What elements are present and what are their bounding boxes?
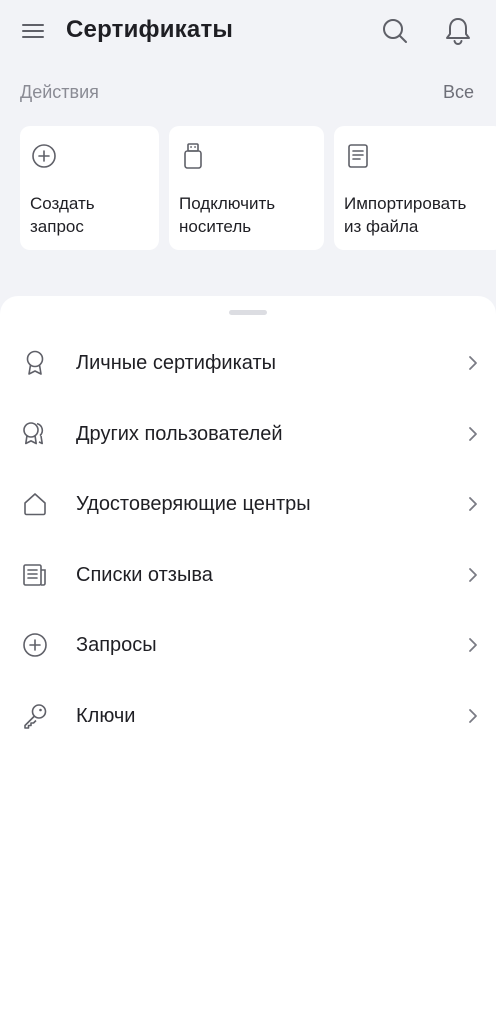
card-label: Импортировать из файла [344, 194, 467, 236]
menu-item-other-users[interactable]: Других пользователей [0, 399, 496, 470]
menu-item-label: Запросы [76, 634, 157, 657]
create-request-card[interactable]: Создать запрос [20, 126, 159, 250]
menu-button[interactable] [18, 17, 48, 45]
chevron-right-icon [466, 706, 480, 726]
app-header: Сертификаты [0, 0, 496, 62]
import-file-card[interactable]: Импортировать из файла [334, 126, 496, 250]
usb-token-icon [179, 142, 207, 170]
document-icon [344, 142, 372, 170]
search-icon [381, 17, 409, 45]
menu-item-label: Удостоверяющие центры [76, 493, 311, 516]
actions-label: Действия [20, 82, 99, 102]
certificates-screen: Сертификаты Действия Все Создать запрос … [0, 0, 496, 1024]
menu-item-revocation-lists[interactable]: Списки отзыва [0, 540, 496, 611]
awards-multiple-icon [20, 419, 50, 449]
sheet-drag-handle[interactable] [229, 310, 267, 315]
menu-icon [21, 22, 45, 40]
chevron-right-icon [466, 635, 480, 655]
bell-icon [444, 16, 472, 46]
plus-circle-icon [20, 630, 50, 660]
chevron-right-icon [466, 565, 480, 585]
plus-circle-icon [30, 142, 58, 170]
actions-all-link[interactable]: Все [443, 80, 474, 104]
menu-item-label: Ключи [76, 704, 136, 727]
menu-item-label: Списки отзыва [76, 563, 213, 586]
search-button[interactable] [380, 16, 410, 46]
menu-item-certificate-authorities[interactable]: Удостоверяющие центры [0, 469, 496, 540]
menu-item-keys[interactable]: Ключи [0, 681, 496, 752]
award-icon [20, 348, 50, 378]
chevron-right-icon [466, 424, 480, 444]
page-title: Сертификаты [66, 16, 234, 43]
house-icon [20, 489, 50, 519]
categories-sheet: Личные сертификаты Других пользователей … [0, 296, 496, 1024]
card-label: Подключить носитель [179, 194, 276, 236]
actions-carousel[interactable]: Создать запрос Подключить носитель Импор… [20, 126, 496, 250]
menu-item-requests[interactable]: Запросы [0, 610, 496, 681]
categories-list: Личные сертификаты Других пользователей … [0, 328, 496, 751]
connect-token-card[interactable]: Подключить носитель [169, 126, 324, 250]
actions-header: Действия Все [20, 80, 476, 104]
notifications-button[interactable] [442, 15, 474, 47]
chevron-right-icon [466, 353, 480, 373]
menu-item-label: Других пользователей [76, 422, 283, 445]
chevron-right-icon [466, 494, 480, 514]
card-label: Создать запрос [30, 194, 95, 236]
menu-item-label: Личные сертификаты [76, 352, 276, 375]
menu-item-personal-certificates[interactable]: Личные сертификаты [0, 328, 496, 399]
key-icon [20, 701, 50, 731]
newspaper-icon [20, 560, 50, 590]
